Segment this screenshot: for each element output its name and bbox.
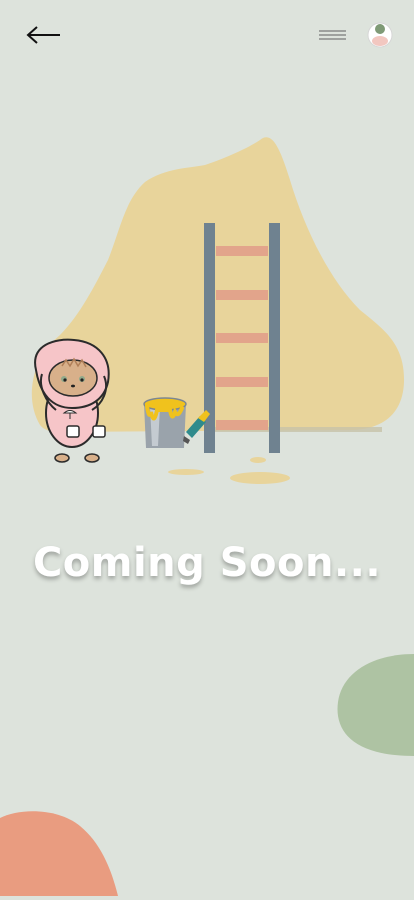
green-decorative-blob	[314, 650, 414, 760]
salmon-decorative-blob	[0, 808, 130, 896]
top-bar	[0, 0, 414, 70]
hamburger-menu-icon	[319, 30, 346, 40]
avatar[interactable]	[366, 20, 394, 48]
construction-illustration	[0, 120, 414, 500]
arrow-left-icon	[26, 26, 60, 44]
coming-soon-title: Coming Soon...	[32, 540, 382, 586]
user-avatar-icon	[367, 22, 393, 48]
back-button[interactable]	[24, 22, 64, 48]
menu-button[interactable]	[316, 26, 350, 44]
